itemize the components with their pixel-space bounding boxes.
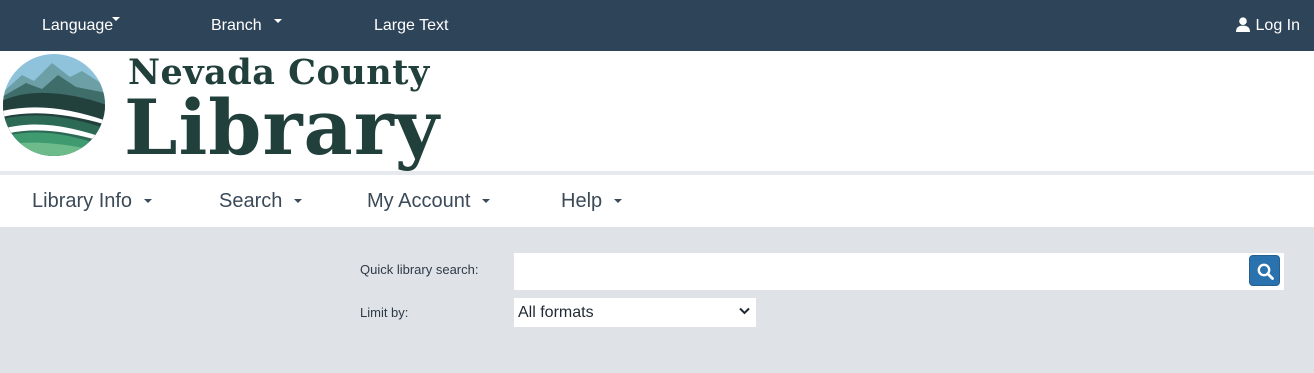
quick-search-label: Quick library search: <box>360 262 479 277</box>
caret-down-icon <box>144 199 153 203</box>
large-text-label: Large Text <box>374 17 449 34</box>
utility-bar: Language Branch Large Text Log In <box>0 0 1314 51</box>
format-selected-value: All formats <box>518 304 594 321</box>
branch-label: Branch <box>211 17 262 34</box>
search-button[interactable] <box>1249 255 1280 286</box>
caret-down-icon <box>294 199 303 203</box>
caret-down-icon <box>614 199 623 203</box>
large-text-toggle[interactable]: Large Text <box>374 0 448 51</box>
caret-down-icon <box>273 19 282 23</box>
user-icon <box>1235 17 1250 32</box>
limit-by-label: Limit by: <box>360 305 409 320</box>
nav-search[interactable]: Search <box>219 175 303 227</box>
login-label: Log In <box>1255 17 1300 34</box>
chevron-down-icon <box>739 307 750 315</box>
language-label: Language <box>42 17 114 34</box>
caret-down-icon <box>482 199 491 203</box>
branch-menu[interactable]: Branch <box>211 0 282 51</box>
nav-help[interactable]: Help <box>561 175 623 227</box>
language-menu[interactable]: Language <box>42 0 121 51</box>
logo-title-line2: Library <box>124 83 440 172</box>
nav-label: Help <box>561 190 603 212</box>
nav-library-info[interactable]: Library Info <box>32 175 153 227</box>
search-icon <box>1257 263 1274 280</box>
nav-label: My Account <box>367 190 471 212</box>
caret-down-icon <box>112 17 121 21</box>
header-logo-band: Nevada County Library <box>0 51 1314 172</box>
main-nav: Library Info Search My Account Help <box>0 175 1314 227</box>
quick-search-input[interactable] <box>514 253 1284 290</box>
nav-my-account[interactable]: My Account <box>367 175 491 227</box>
nav-label: Search <box>219 190 283 212</box>
format-select[interactable]: All formats <box>514 298 756 327</box>
quick-search-panel: Quick library search: Limit by: All form… <box>0 227 1314 373</box>
library-logo-icon[interactable] <box>2 53 107 163</box>
nav-label: Library Info <box>32 190 133 212</box>
login-link[interactable]: Log In <box>1235 0 1300 51</box>
